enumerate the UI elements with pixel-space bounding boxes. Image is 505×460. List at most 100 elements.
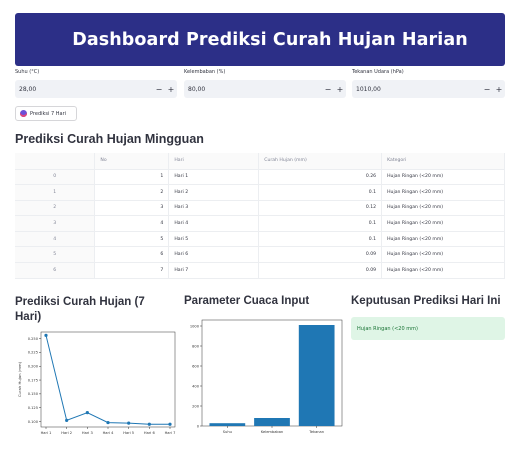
y-tick-label: 1000 bbox=[190, 324, 200, 328]
weekly-section-title: Prediksi Curah Hujan Mingguan bbox=[15, 132, 204, 146]
bar bbox=[209, 423, 246, 426]
data-point bbox=[65, 418, 69, 422]
no-cell[interactable]: 2 bbox=[94, 184, 170, 201]
pressure-label: Tekanan Udara (hPa) bbox=[352, 69, 404, 75]
y-tick-label: 400 bbox=[192, 384, 200, 388]
curah-hujan-cell[interactable]: 0.12 bbox=[258, 200, 383, 217]
predict-button-label: Prediksi 7 Hari bbox=[30, 110, 67, 117]
kategori-cell[interactable]: Hujan Ringan (<20 mm) bbox=[381, 246, 505, 264]
curah-hujan-cell[interactable]: 0.26 bbox=[258, 169, 383, 186]
humidity-input[interactable]: 80,00 − + bbox=[184, 80, 346, 98]
row-index-cell[interactable]: 5 bbox=[15, 246, 96, 264]
data-point bbox=[127, 421, 131, 425]
temperature-increment-button[interactable]: + bbox=[165, 85, 177, 94]
no-cell[interactable]: 6 bbox=[94, 246, 170, 264]
no-cell[interactable]: 3 bbox=[94, 200, 170, 217]
y-tick-label: 0.100 bbox=[28, 420, 39, 424]
curah-hujan-cell[interactable]: 0.09 bbox=[258, 246, 383, 264]
column-header-index[interactable] bbox=[15, 153, 96, 170]
table-row[interactable]: 2 3 Hari 3 0.12 Hujan Ringan (<20 mm) bbox=[15, 200, 505, 217]
no-cell[interactable]: 1 bbox=[94, 169, 170, 186]
x-tick-label: Hari 4 bbox=[103, 431, 115, 435]
table-row[interactable]: 3 4 Hari 4 0.1 Hujan Ringan (<20 mm) bbox=[15, 215, 505, 232]
kategori-cell[interactable]: Hujan Ringan (<20 mm) bbox=[381, 169, 505, 186]
rocket-icon bbox=[20, 110, 27, 117]
header-banner: Dashboard Prediksi Curah Hujan Harian bbox=[15, 13, 505, 66]
x-tick-label: Hari 3 bbox=[82, 431, 93, 435]
temperature-decrement-button[interactable]: − bbox=[153, 85, 165, 94]
y-tick-label: 0.125 bbox=[28, 406, 38, 410]
y-tick-label: 0 bbox=[197, 424, 200, 428]
curah-hujan-cell[interactable]: 0.09 bbox=[258, 262, 383, 279]
table-header-row: No Hari Curah Hujan (mm) Kategori bbox=[15, 153, 505, 170]
bar-chart: 0 200 400 600 800 1000 Suhu Kelembaban Tekanan bbox=[190, 319, 343, 434]
line-chart: 0.100 0.125 0.150 0.175 0.200 0.225 0.250 Hari … bbox=[17, 331, 176, 435]
humidity-increment-button[interactable]: + bbox=[334, 85, 346, 94]
weekly-table[interactable]: No Hari Curah Hujan (mm) Kategori 0 1 Hari… bbox=[15, 153, 505, 279]
y-tick-label: 0.150 bbox=[28, 392, 39, 396]
column-header-curah-hujan[interactable]: Curah Hujan (mm) bbox=[258, 153, 383, 170]
hari-cell[interactable]: Hari 7 bbox=[168, 262, 260, 279]
pressure-input[interactable]: 1010,00 − + bbox=[352, 80, 505, 98]
column-header-hari[interactable]: Hari bbox=[168, 153, 260, 170]
curah-hujan-cell[interactable]: 0.1 bbox=[258, 231, 383, 248]
hari-cell[interactable]: Hari 1 bbox=[168, 169, 260, 186]
hari-cell[interactable]: Hari 4 bbox=[168, 215, 260, 232]
curah-hujan-cell[interactable]: 0.1 bbox=[258, 215, 383, 232]
humidity-decrement-button[interactable]: − bbox=[322, 85, 334, 94]
row-index-cell[interactable]: 3 bbox=[15, 215, 96, 232]
hari-cell[interactable]: Hari 5 bbox=[168, 231, 260, 248]
temperature-label: Suhu (°C) bbox=[15, 69, 40, 75]
data-point bbox=[106, 420, 110, 425]
y-tick-label: 800 bbox=[192, 344, 200, 348]
no-cell[interactable]: 7 bbox=[94, 262, 170, 279]
bar-chart-title: Parameter Cuaca Input bbox=[184, 295, 310, 307]
x-tick-label: Hari 6 bbox=[144, 431, 156, 435]
table-row[interactable]: 0 1 Hari 1 0.26 Hujan Ringan (<20 mm) bbox=[15, 169, 505, 186]
pressure-increment-button[interactable]: + bbox=[493, 85, 505, 94]
hari-cell[interactable]: Hari 2 bbox=[168, 184, 260, 201]
x-tick-label: Hari 2 bbox=[61, 431, 72, 435]
y-tick-label: 0.250 bbox=[28, 337, 39, 341]
table-row[interactable]: 5 6 Hari 6 0.09 Hujan Ringan (<20 mm) bbox=[15, 246, 505, 264]
hari-cell[interactable]: Hari 6 bbox=[168, 246, 260, 264]
table-row[interactable]: 6 7 Hari 7 0.09 Hujan Ringan (<20 mm) bbox=[15, 262, 505, 279]
table-row[interactable]: 4 5 Hari 5 0.1 Hujan Ringan (<20 mm) bbox=[15, 231, 505, 248]
data-point bbox=[85, 411, 89, 415]
kategori-cell[interactable]: Hujan Ringan (<20 mm) bbox=[381, 262, 505, 279]
no-cell[interactable]: 5 bbox=[94, 231, 170, 248]
y-tick-label: 0.200 bbox=[28, 365, 39, 369]
hari-cell[interactable]: Hari 3 bbox=[168, 200, 260, 217]
pressure-decrement-button[interactable]: − bbox=[481, 85, 493, 94]
x-tick-label: Tekanan bbox=[308, 430, 324, 434]
kategori-cell[interactable]: Hujan Ringan (<20 mm) bbox=[381, 184, 505, 201]
humidity-label: Kelembaban (%) bbox=[184, 69, 226, 75]
pressure-value[interactable]: 1010,00 bbox=[356, 86, 481, 93]
humidity-value[interactable]: 80,00 bbox=[188, 86, 322, 93]
y-axis-label: Curah Hujan (mm) bbox=[17, 361, 22, 397]
kategori-cell[interactable]: Hujan Ringan (<20 mm) bbox=[381, 200, 505, 217]
no-cell[interactable]: 4 bbox=[94, 215, 170, 232]
row-index-cell[interactable]: 0 bbox=[15, 169, 96, 186]
row-index-cell[interactable]: 1 bbox=[15, 184, 96, 201]
bar bbox=[298, 325, 335, 426]
row-index-cell[interactable]: 6 bbox=[15, 262, 96, 279]
predict-7-days-button[interactable]: Prediksi 7 Hari bbox=[15, 106, 77, 121]
kategori-cell[interactable]: Hujan Ringan (<20 mm) bbox=[381, 231, 505, 248]
kategori-cell[interactable]: Hujan Ringan (<20 mm) bbox=[381, 215, 505, 232]
row-index-cell[interactable]: 4 bbox=[15, 231, 96, 248]
data-point bbox=[147, 422, 151, 426]
x-tick-label: Suhu bbox=[223, 430, 232, 434]
x-tick-label: Hari 1 bbox=[41, 431, 52, 435]
table-row[interactable]: 1 2 Hari 2 0.1 Hujan Ringan (<20 mm) bbox=[15, 184, 505, 201]
bar bbox=[254, 418, 290, 426]
column-header-no[interactable]: No bbox=[94, 153, 170, 170]
curah-hujan-cell[interactable]: 0.1 bbox=[258, 184, 383, 201]
y-tick-label: 600 bbox=[192, 364, 200, 368]
x-tick-label: Hari 7 bbox=[165, 431, 176, 435]
column-header-kategori[interactable]: Kategori bbox=[381, 153, 505, 170]
temperature-input[interactable]: 28,00 − + bbox=[15, 80, 177, 98]
y-tick-label: 0.175 bbox=[28, 378, 38, 382]
temperature-value[interactable]: 28,00 bbox=[19, 86, 153, 93]
row-index-cell[interactable]: 2 bbox=[15, 200, 96, 217]
